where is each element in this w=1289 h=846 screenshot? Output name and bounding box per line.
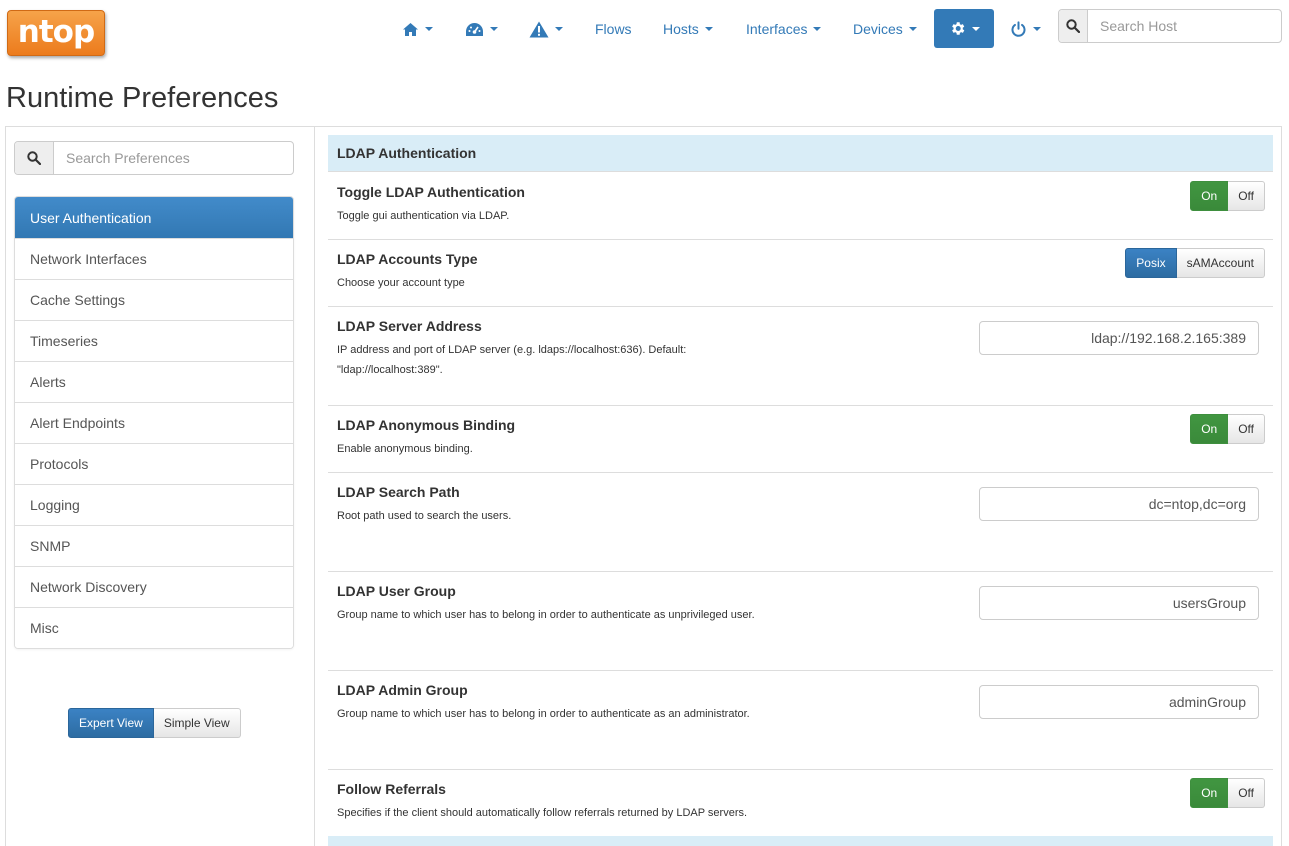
search-preferences-input[interactable] — [54, 142, 293, 174]
search-icon[interactable] — [1059, 10, 1088, 42]
account-type-toggle: Posix sAMAccount — [1125, 248, 1265, 278]
sidebar-item-alert-endpoints[interactable]: Alert Endpoints — [15, 402, 293, 443]
sidebar-item-misc[interactable]: Misc — [15, 607, 293, 648]
logo-text: ntop — [8, 14, 104, 50]
pref-description: Specifies if the client should automatic… — [337, 803, 937, 823]
view-mode-toggle: Expert View Simple View — [68, 708, 241, 738]
home-icon — [402, 22, 419, 37]
pref-title: LDAP Accounts Type — [337, 251, 478, 267]
next-section-header — [328, 836, 1273, 846]
posix-button[interactable]: Posix — [1125, 248, 1176, 278]
nav-settings[interactable] — [934, 9, 994, 48]
chevron-down-icon — [555, 27, 563, 31]
ldap-user-group-input[interactable]: usersGroup — [979, 586, 1259, 620]
gear-icon — [949, 20, 966, 37]
nav-dashboard[interactable] — [465, 12, 498, 46]
sidebar-item-cache-settings[interactable]: Cache Settings — [15, 279, 293, 320]
nav-hosts[interactable]: Hosts — [663, 12, 713, 46]
on-button[interactable]: On — [1190, 181, 1228, 211]
on-button[interactable]: On — [1190, 414, 1228, 444]
pref-ldap-server-address: LDAP Server Address IP address and port … — [328, 307, 1273, 406]
pref-title: Follow Referrals — [337, 781, 446, 797]
off-button[interactable]: Off — [1228, 778, 1265, 808]
pref-ldap-user-group: LDAP User Group Group name to which user… — [328, 572, 1273, 671]
nav-flows[interactable]: Flows — [595, 12, 632, 46]
nav-home[interactable] — [402, 12, 433, 46]
nav-hosts-label: Hosts — [663, 21, 699, 37]
pref-title: LDAP Admin Group — [337, 682, 468, 698]
pref-title: LDAP Anonymous Binding — [337, 417, 515, 433]
on-off-toggle: On Off — [1190, 414, 1265, 444]
nav-power[interactable] — [1010, 12, 1041, 46]
on-off-toggle: On Off — [1190, 778, 1265, 808]
pref-description: Choose your account type — [337, 273, 757, 293]
pref-title: LDAP Server Address — [337, 318, 482, 334]
pref-description: Toggle gui authentication via LDAP. — [337, 206, 757, 226]
power-icon — [1010, 21, 1027, 38]
search-host-box — [1058, 9, 1282, 43]
pref-title: LDAP User Group — [337, 583, 456, 599]
pref-toggle-ldap-auth: Toggle LDAP Authentication Toggle gui au… — [328, 173, 1273, 240]
pref-ldap-anonymous-binding: LDAP Anonymous Binding Enable anonymous … — [328, 406, 1273, 473]
nav-devices[interactable]: Devices — [853, 12, 917, 46]
chevron-down-icon — [1033, 27, 1041, 31]
chevron-down-icon — [490, 27, 498, 31]
pref-description: Enable anonymous binding. — [337, 439, 757, 459]
pref-title: LDAP Search Path — [337, 484, 460, 500]
nav-interfaces-label: Interfaces — [746, 21, 807, 37]
off-button[interactable]: Off — [1228, 414, 1265, 444]
nav-devices-label: Devices — [853, 21, 903, 37]
off-button[interactable]: Off — [1228, 181, 1265, 211]
sidebar-item-logging[interactable]: Logging — [15, 484, 293, 525]
chevron-down-icon — [813, 27, 821, 31]
samaccount-button[interactable]: sAMAccount — [1177, 248, 1265, 278]
simple-view-button[interactable]: Simple View — [154, 708, 241, 738]
on-button[interactable]: On — [1190, 778, 1228, 808]
sidebar-item-snmp[interactable]: SNMP — [15, 525, 293, 566]
sidebar-item-network-interfaces[interactable]: Network Interfaces — [15, 238, 293, 279]
chevron-down-icon — [705, 27, 713, 31]
pref-description: IP address and port of LDAP server (e.g.… — [337, 340, 737, 380]
pref-description: Group name to which user has to belong i… — [337, 704, 937, 724]
pref-ldap-accounts-type: LDAP Accounts Type Choose your account t… — [328, 240, 1273, 307]
pref-follow-referrals: Follow Referrals Specifies if the client… — [328, 770, 1273, 836]
chevron-down-icon — [909, 27, 917, 31]
search-host-input[interactable] — [1088, 10, 1281, 42]
search-preferences-box — [14, 141, 294, 175]
ntop-logo[interactable]: ntop — [7, 10, 105, 56]
chevron-down-icon — [425, 27, 433, 31]
search-icon[interactable] — [15, 142, 54, 174]
page-title: Runtime Preferences — [6, 82, 278, 115]
preferences-category-list: User Authentication Network Interfaces C… — [14, 196, 294, 649]
pref-title: Toggle LDAP Authentication — [337, 184, 525, 200]
pref-ldap-search-path: LDAP Search Path Root path used to searc… — [328, 473, 1273, 572]
sidebar-item-timeseries[interactable]: Timeseries — [15, 320, 293, 361]
nav-interfaces[interactable]: Interfaces — [746, 12, 821, 46]
ldap-search-path-input[interactable]: dc=ntop,dc=org — [979, 487, 1259, 521]
chevron-down-icon — [972, 27, 980, 31]
sidebar-item-protocols[interactable]: Protocols — [15, 443, 293, 484]
section-title: LDAP Authentication — [328, 135, 1273, 172]
on-off-toggle: On Off — [1190, 181, 1265, 211]
sidebar-item-user-authentication[interactable]: User Authentication — [15, 197, 293, 238]
pref-description: Root path used to search the users. — [337, 506, 757, 526]
sidebar-item-alerts[interactable]: Alerts — [15, 361, 293, 402]
dashboard-icon — [465, 22, 484, 37]
pref-ldap-admin-group: LDAP Admin Group Group name to which use… — [328, 671, 1273, 770]
ldap-server-address-input[interactable]: ldap://192.168.2.165:389 — [979, 321, 1259, 355]
pref-description: Group name to which user has to belong i… — [337, 605, 937, 625]
ldap-admin-group-input[interactable]: adminGroup — [979, 685, 1259, 719]
expert-view-button[interactable]: Expert View — [68, 708, 154, 738]
sidebar-item-network-discovery[interactable]: Network Discovery — [15, 566, 293, 607]
nav-alerts[interactable] — [529, 12, 563, 46]
warning-icon — [529, 21, 549, 38]
